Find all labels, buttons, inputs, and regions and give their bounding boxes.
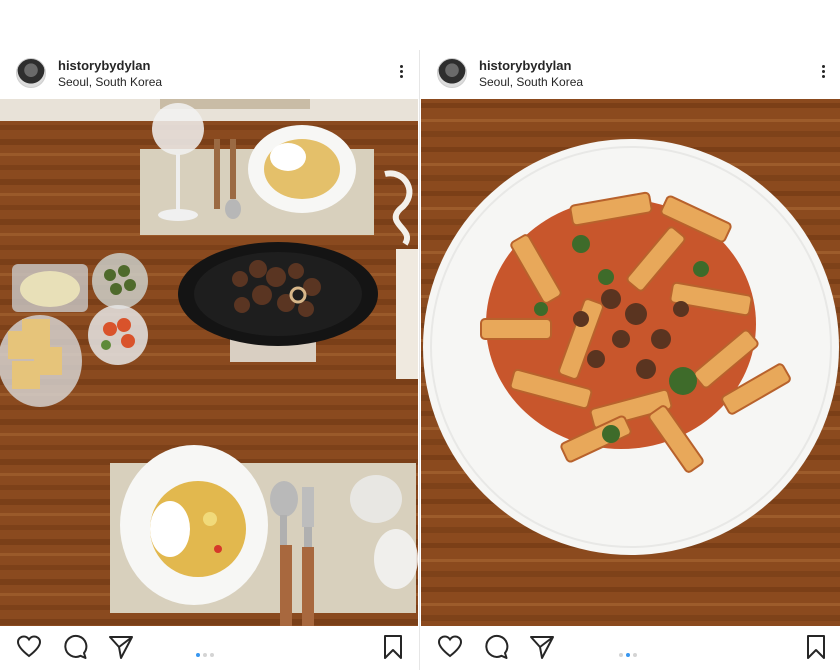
post-card-right: historybydylan Seoul, South Korea: [421, 0, 840, 670]
more-icon[interactable]: [398, 63, 404, 83]
post-card-left: historybydylan Seoul, South Korea: [0, 0, 418, 670]
share-icon[interactable]: [108, 634, 134, 660]
post-actions: [421, 626, 840, 670]
carousel-dot: [619, 653, 623, 657]
post-photo[interactable]: [0, 99, 418, 626]
comment-icon[interactable]: [483, 634, 509, 660]
comment-icon[interactable]: [62, 634, 88, 660]
carousel-dot: [210, 653, 214, 657]
carousel-dot: [633, 653, 637, 657]
username-link[interactable]: historybydylan: [58, 58, 150, 73]
bookmark-icon[interactable]: [803, 634, 829, 660]
carousel-indicator: [619, 644, 640, 662]
pasta-plate-image: [421, 99, 840, 626]
username-link[interactable]: historybydylan: [479, 58, 571, 73]
post-actions: [0, 626, 418, 670]
post-header: historybydylan Seoul, South Korea: [421, 50, 840, 98]
carousel-dot: [626, 653, 630, 657]
heart-icon[interactable]: [16, 634, 42, 660]
post-header: historybydylan Seoul, South Korea: [0, 50, 418, 98]
carousel-dot: [203, 653, 207, 657]
profile-avatar[interactable]: [16, 58, 46, 88]
bookmark-icon[interactable]: [380, 634, 406, 660]
post-divider-line: [419, 50, 420, 670]
heart-icon[interactable]: [437, 634, 463, 660]
location-link[interactable]: Seoul, South Korea: [58, 75, 162, 89]
more-icon[interactable]: [820, 63, 826, 83]
food-table-image: [0, 99, 418, 626]
share-icon[interactable]: [529, 634, 555, 660]
carousel-indicator: [196, 644, 217, 662]
profile-avatar[interactable]: [437, 58, 467, 88]
location-link[interactable]: Seoul, South Korea: [479, 75, 583, 89]
carousel-dot: [196, 653, 200, 657]
post-photo[interactable]: [421, 99, 840, 626]
